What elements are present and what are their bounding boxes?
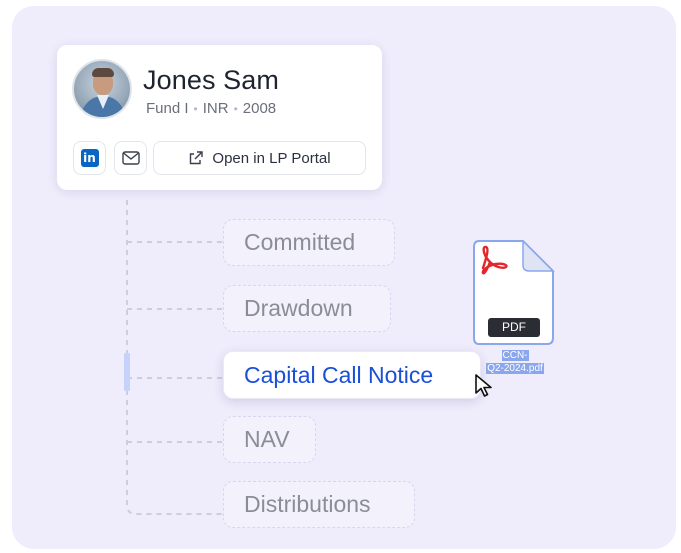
external-link-icon xyxy=(190,151,204,165)
mail-icon xyxy=(121,151,140,165)
investor-card: Jones Sam Fund I • INR • 2008 in Open in LP … xyxy=(57,45,382,190)
meta-separator: • xyxy=(193,102,198,116)
step-label: NAV xyxy=(244,426,290,452)
vintage-year: 2008 xyxy=(242,100,277,117)
step-label: Capital Call Notice xyxy=(244,361,434,388)
pdf-badge: PDF xyxy=(502,320,526,334)
step-capital-call-notice[interactable]: Capital Call Notice xyxy=(223,351,481,399)
step-distributions[interactable]: Distributions xyxy=(223,481,415,528)
linkedin-button[interactable]: in xyxy=(73,141,106,175)
investor-name: Jones Sam xyxy=(143,65,279,95)
open-lp-portal-label: Open in LP Portal xyxy=(212,149,331,167)
mouse-pointer-icon xyxy=(475,374,492,397)
step-label: Drawdown xyxy=(244,295,353,321)
email-button[interactable] xyxy=(114,141,147,175)
open-lp-portal-button[interactable]: Open in LP Portal xyxy=(153,141,366,175)
file-name: CCN- Q2-2024.pdf xyxy=(482,349,548,375)
step-drawdown[interactable]: Drawdown xyxy=(223,285,391,332)
step-nav[interactable]: NAV xyxy=(223,416,316,463)
file-name-line1: CCN- xyxy=(501,350,529,361)
step-committed[interactable]: Committed xyxy=(223,219,395,266)
avatar xyxy=(72,59,132,119)
linkedin-icon: in xyxy=(80,149,99,167)
meta-separator: • xyxy=(233,102,238,116)
currency: INR xyxy=(202,100,229,117)
step-label: Committed xyxy=(244,229,356,255)
active-marker xyxy=(124,353,130,391)
step-label: Distributions xyxy=(244,491,371,517)
fund-name: Fund I xyxy=(146,100,189,117)
investor-meta: Fund I • INR • 2008 xyxy=(146,100,276,117)
